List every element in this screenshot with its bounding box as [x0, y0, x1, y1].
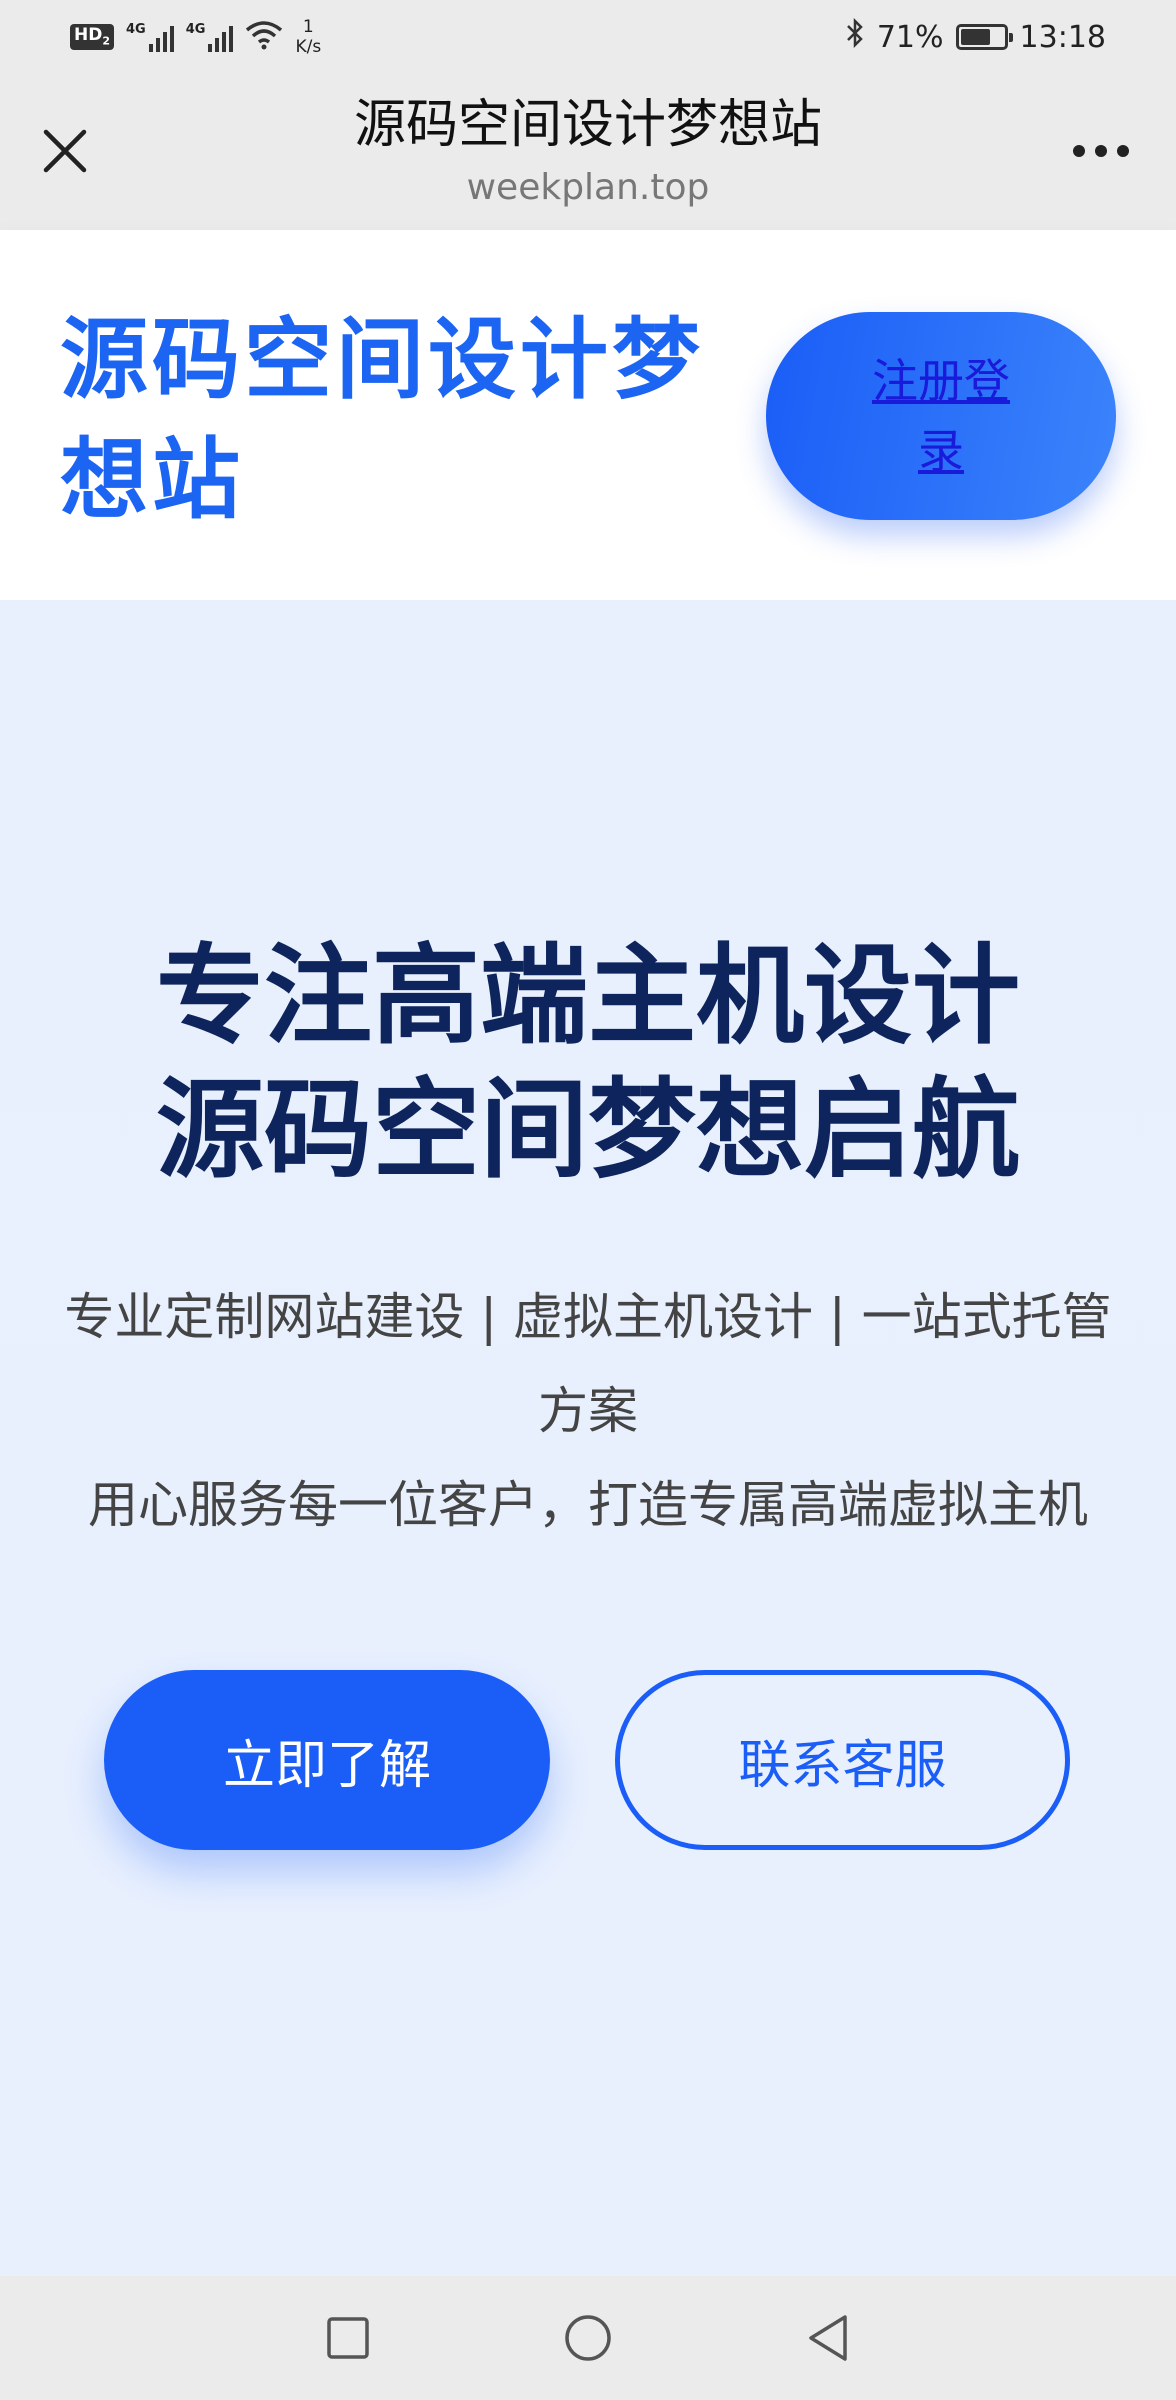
wifi-icon: [245, 20, 283, 54]
page-url: weekplan.top: [466, 167, 710, 208]
status-left: HD2 4G 4G 1 K/s: [70, 17, 321, 57]
battery-icon: [955, 24, 1013, 50]
hero-heading: 专注高端主机设计 源码空间梦想启航: [0, 930, 1176, 1198]
signal-icon-sim1: 4G: [126, 22, 174, 52]
sim2-label: 4G: [185, 22, 206, 37]
signal-icon-sim2: 4G: [186, 22, 234, 52]
contact-support-button[interactable]: 联系客服: [615, 1670, 1070, 1850]
triangle-back-icon: [809, 2315, 847, 2361]
clock: 13:18: [1019, 19, 1106, 55]
recent-apps-button[interactable]: [318, 2308, 378, 2368]
more-button[interactable]: [1056, 116, 1146, 186]
battery-percent: 71%: [876, 19, 944, 55]
browser-titlebar: 源码空间设计梦想站 weekplan.top: [0, 74, 1176, 230]
hd-badge: HD2: [70, 24, 114, 50]
status-bar: HD2 4G 4G 1 K/s 71% 13:18: [0, 0, 1176, 74]
net-speed-unit: K/s: [295, 37, 322, 57]
hero-section: 专注高端主机设计 源码空间梦想启航 专业定制网站建设 | 虚拟主机设计 | 一站…: [0, 600, 1176, 2276]
close-button[interactable]: [30, 116, 100, 186]
page-title: 源码空间设计梦想站: [353, 95, 822, 155]
site-header: 源码空间设计梦想站 注册登录: [0, 230, 1176, 600]
more-dots-icon: [1073, 145, 1085, 157]
system-nav-bar: [0, 2276, 1176, 2400]
circle-icon: [565, 2315, 611, 2361]
bluetooth-icon: [845, 17, 865, 56]
site-brand[interactable]: 源码空间设计梦想站: [60, 300, 710, 540]
register-login-link[interactable]: 注册登录: [861, 346, 1021, 486]
net-speed-value: 1: [302, 17, 314, 37]
hd-sub: 2: [102, 34, 110, 48]
square-icon: [327, 2317, 369, 2359]
hero-heading-line2: 源码空间梦想启航: [155, 1068, 1020, 1193]
home-button[interactable]: [558, 2308, 618, 2368]
status-right: 71% 13:18: [845, 17, 1106, 56]
learn-more-button[interactable]: 立即了解: [104, 1670, 550, 1850]
hero-subtitle-line2: 用心服务每一位客户，打造专属高端虚拟主机: [88, 1476, 1088, 1534]
hero-heading-line1: 专注高端主机设计: [155, 934, 1020, 1059]
battery-fill: [960, 29, 991, 45]
net-speed: 1 K/s: [295, 17, 321, 57]
back-button[interactable]: [798, 2308, 858, 2368]
hero-subtitle-line1: 专业定制网站建设 | 虚拟主机设计 | 一站式托管方案: [64, 1288, 1112, 1440]
close-icon: [43, 129, 87, 173]
sim1-label: 4G: [126, 22, 146, 37]
title-wrap: 源码空间设计梦想站 weekplan.top: [200, 92, 976, 212]
register-login-button[interactable]: 注册登录: [766, 312, 1116, 520]
hero-subtitle: 专业定制网站建设 | 虚拟主机设计 | 一站式托管方案 用心服务每一位客户，打造…: [60, 1270, 1116, 1552]
